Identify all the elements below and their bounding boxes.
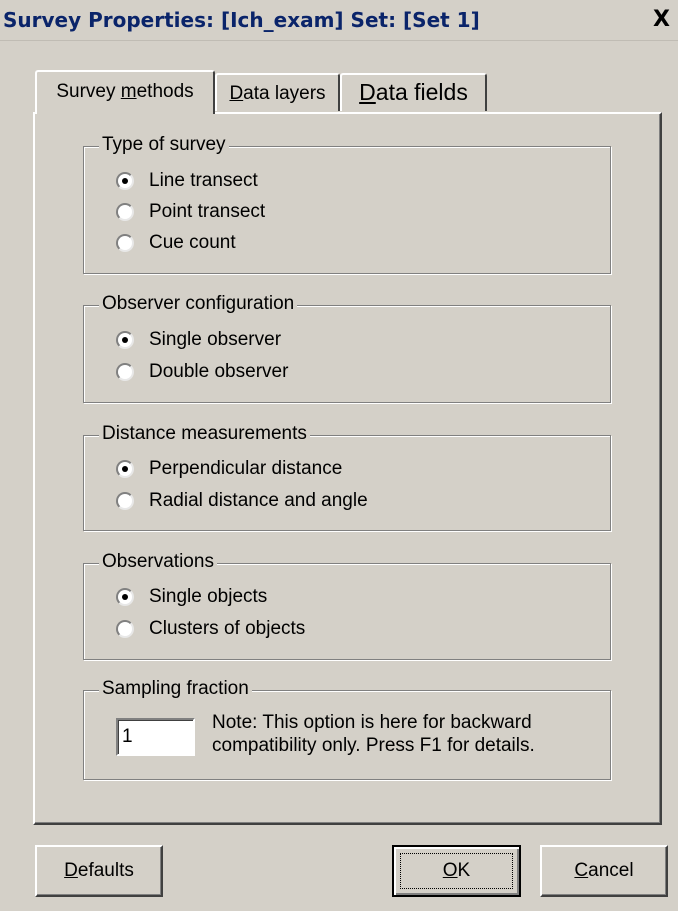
radio-checked-icon (116, 460, 134, 478)
radio-label: Single objects (149, 586, 268, 607)
tab-data-layers[interactable]: Data layers (215, 73, 340, 111)
note-line-1: Note: This option is here for backward (212, 712, 532, 733)
radio-label: Cue count (149, 232, 236, 253)
radio-label: Line transect (149, 170, 258, 191)
radio-label: Perpendicular distance (149, 458, 343, 479)
sampling-fraction-group: Sampling fraction 1 Note: This option is… (83, 678, 611, 780)
defaults-button-label: Defaults (64, 860, 134, 881)
radio-label: Clusters of objects (149, 618, 306, 639)
radio-checked-icon (116, 588, 134, 606)
radio-checked-icon (116, 172, 134, 190)
cancel-button-label: Cancel (574, 860, 634, 881)
sampling-fraction-input[interactable]: 1 (116, 718, 195, 756)
radio-cue-count[interactable]: Cue count (116, 230, 236, 256)
close-icon[interactable]: X (645, 6, 678, 34)
tab-data-fields-label: Data fields (359, 79, 468, 105)
type-of-survey-group: Type of survey Line transect Point trans… (83, 134, 611, 274)
type-of-survey-legend: Type of survey (99, 134, 229, 156)
radio-unchecked-icon (116, 234, 134, 252)
sampling-fraction-legend: Sampling fraction (99, 678, 252, 700)
tab-survey-methods-label: Survey methods (56, 81, 194, 102)
radio-perpendicular-distance[interactable]: Perpendicular distance (116, 456, 342, 482)
observations-group: Observations Single objects Clusters of … (83, 551, 611, 660)
radio-radial-distance-and-angle[interactable]: Radial distance and angle (116, 488, 368, 514)
radio-checked-icon (116, 331, 134, 349)
radio-point-transect[interactable]: Point transect (116, 199, 265, 225)
observations-legend: Observations (99, 551, 217, 573)
radio-clusters-of-objects[interactable]: Clusters of objects (116, 616, 305, 642)
radio-label: Double observer (149, 361, 289, 382)
distance-measurements-group: Distance measurements Perpendicular dist… (83, 423, 611, 531)
defaults-button[interactable]: Defaults (35, 845, 163, 897)
window-title: Survey Properties: [Ich_exam] Set: [Set … (3, 8, 480, 32)
cancel-button[interactable]: Cancel (540, 845, 668, 897)
ok-button[interactable]: OK (392, 845, 521, 897)
distance-measurements-legend: Distance measurements (99, 423, 310, 445)
observer-configuration-group: Observer configuration Single observer D… (83, 293, 611, 403)
radio-single-objects[interactable]: Single objects (116, 584, 267, 610)
tab-data-layers-label: Data layers (229, 83, 326, 104)
observer-configuration-legend: Observer configuration (99, 293, 298, 315)
radio-unchecked-icon (116, 363, 134, 381)
radio-double-observer[interactable]: Double observer (116, 359, 288, 385)
radio-label: Point transect (149, 201, 266, 222)
tab-survey-methods[interactable]: Survey methods (35, 70, 215, 114)
tab-data-fields[interactable]: Data fields (340, 73, 487, 111)
radio-line-transect[interactable]: Line transect (116, 168, 258, 194)
radio-single-observer[interactable]: Single observer (116, 327, 281, 353)
sampling-fraction-note: Note: This option is here for backward c… (212, 711, 535, 757)
radio-label: Single observer (149, 329, 282, 350)
radio-label: Radial distance and angle (149, 490, 368, 511)
title-bar: Survey Properties: [Ich_exam] Set: [Set … (0, 0, 678, 41)
radio-unchecked-icon (116, 492, 134, 510)
radio-unchecked-icon (116, 620, 134, 638)
focus-rectangle (400, 853, 513, 889)
radio-unchecked-icon (116, 203, 134, 221)
note-line-2: compatibility only. Press F1 for details… (212, 735, 535, 756)
